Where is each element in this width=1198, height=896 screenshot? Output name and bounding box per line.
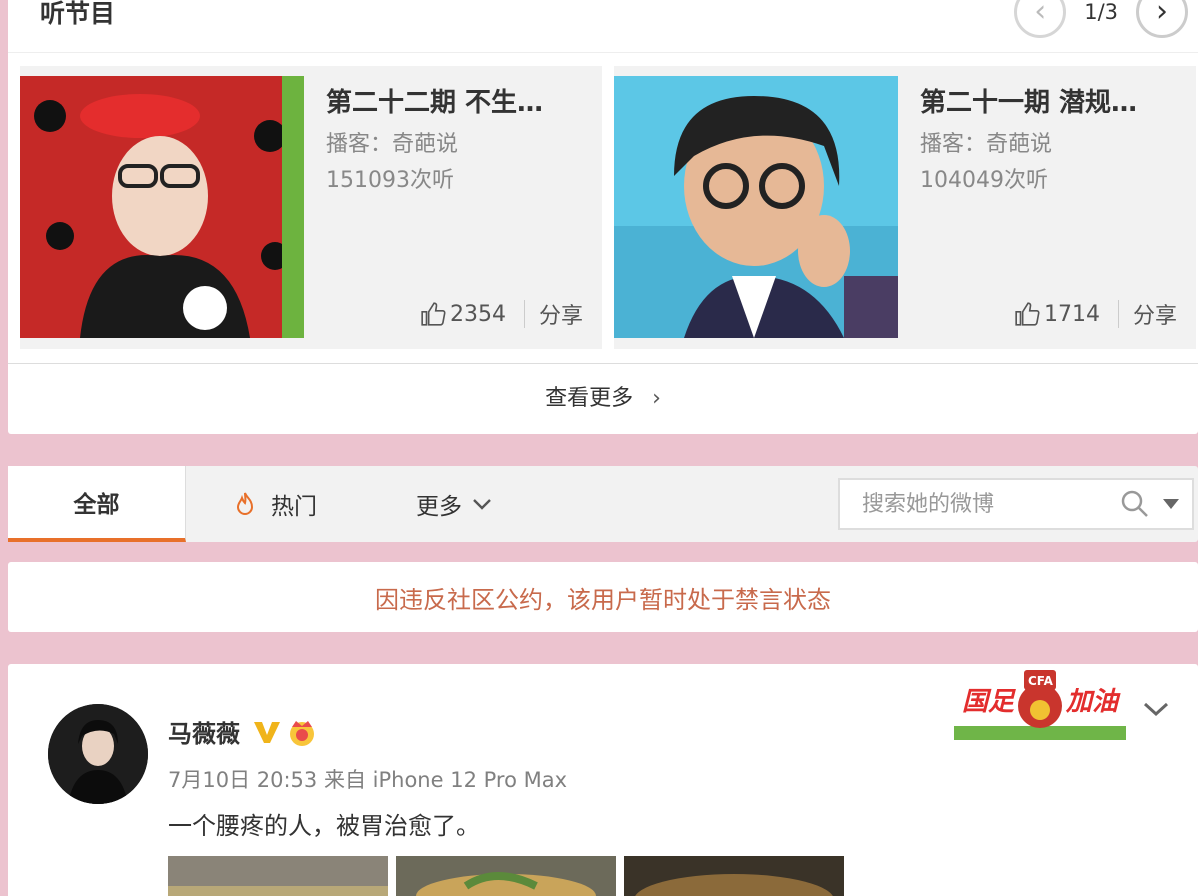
banner-text-left: 国足	[962, 687, 1016, 717]
divider	[1118, 300, 1119, 328]
page-indicator: 1/3	[1084, 0, 1118, 24]
share-button[interactable]: 分享	[1133, 298, 1177, 330]
episode-actions: 1714 分享	[1014, 298, 1177, 330]
banner-badge-text: CFA	[1028, 674, 1054, 688]
episode-play-count: 104049次听	[920, 168, 1048, 193]
post-timestamp[interactable]: 7月10日 20:53	[168, 768, 317, 792]
see-more-link[interactable]: 查看更多 ›	[8, 380, 1198, 412]
like-count: 1714	[1044, 301, 1100, 327]
divider	[8, 52, 1198, 53]
share-button[interactable]: 分享	[539, 298, 583, 330]
episode-card[interactable]: 第二十一期 潜规… 播客：奇葩说 104049次听 1714 分享	[614, 66, 1196, 349]
caret-down-icon[interactable]	[1162, 498, 1180, 510]
episode-host: 播客：奇葩说	[326, 132, 459, 157]
post-menu-chevron-down-icon[interactable]	[1142, 700, 1170, 718]
chevron-right-icon: ›	[652, 386, 661, 411]
thumbs-up-icon	[1015, 302, 1040, 326]
post-image[interactable]	[624, 856, 844, 896]
verified-v-icon[interactable]	[252, 719, 282, 745]
chevron-right-icon: ›	[1156, 0, 1168, 29]
episode-title[interactable]: 第二十二期 不生…	[326, 82, 586, 119]
episode-card[interactable]: 第二十二期 不生… 播客：奇葩说 151093次听 2354 分享	[20, 66, 602, 349]
post-text: 一个腰疼的人，被胃治愈了。	[168, 812, 480, 840]
thumbs-up-icon	[421, 302, 446, 326]
account-restriction-notice: 因违反社区公约，该用户暂时处于禁言状态	[8, 562, 1198, 632]
next-page-button[interactable]: ›	[1136, 0, 1188, 38]
flame-icon	[236, 492, 254, 515]
post-meta: 7月10日 20:53 来自 iPhone 12 Pro Max	[168, 764, 567, 794]
podcast-pager: ‹ 1/3 ›	[1014, 0, 1188, 38]
see-more-label: 查看更多	[545, 386, 634, 411]
author-line: 马薇薇	[168, 714, 318, 749]
weibo-search-input[interactable]	[840, 491, 1110, 517]
chevron-down-icon	[473, 499, 491, 510]
weibo-post: 马薇薇 7月10日 20:53 来自 iPhone 12 Pro Max 一个腰…	[8, 664, 1198, 896]
episode-thumbnail[interactable]	[614, 76, 898, 338]
chevron-left-icon: ‹	[1034, 0, 1047, 29]
post-source[interactable]: 来自 iPhone 12 Pro Max	[324, 768, 567, 792]
profile-tab-bar: 全部 热门 更多	[8, 466, 1198, 542]
tab-hot-label: 热门	[271, 494, 317, 520]
like-button[interactable]: 1714	[1014, 301, 1100, 327]
post-image[interactable]	[396, 856, 616, 896]
banner-text-right: 加油	[1065, 687, 1121, 717]
post-image[interactable]	[168, 856, 388, 896]
tab-more-label: 更多	[416, 494, 462, 520]
search-icon[interactable]	[1120, 489, 1150, 519]
podcast-card: 听节目 ‹ 1/3 › 第二十二期 不生… 播客：奇葩说 151093次听 23…	[8, 0, 1198, 434]
like-count: 2354	[450, 301, 506, 327]
author-name[interactable]: 马薇薇	[168, 714, 240, 749]
episode-thumbnail[interactable]	[20, 76, 304, 338]
like-button[interactable]: 2354	[420, 301, 506, 327]
episode-title[interactable]: 第二十一期 潜规…	[920, 82, 1180, 119]
tab-all[interactable]: 全部	[8, 466, 186, 542]
tab-more-dropdown[interactable]: 更多	[416, 466, 492, 542]
post-image-grid	[168, 856, 844, 896]
prev-page-button[interactable]: ‹	[1014, 0, 1067, 38]
vip-crown-icon[interactable]	[286, 717, 318, 747]
episode-host: 播客：奇葩说	[920, 132, 1053, 157]
divider	[524, 300, 525, 328]
episode-play-count: 151093次听	[326, 168, 454, 193]
episode-actions: 2354 分享	[420, 298, 583, 330]
weibo-search-box	[838, 478, 1194, 530]
divider	[8, 363, 1198, 364]
tab-hot[interactable]: 热门	[233, 466, 317, 542]
avatar[interactable]	[48, 704, 148, 804]
go-china-football-banner[interactable]: 国足 加油 CFA	[952, 664, 1128, 744]
podcast-section-title: 听节目	[40, 0, 116, 28]
